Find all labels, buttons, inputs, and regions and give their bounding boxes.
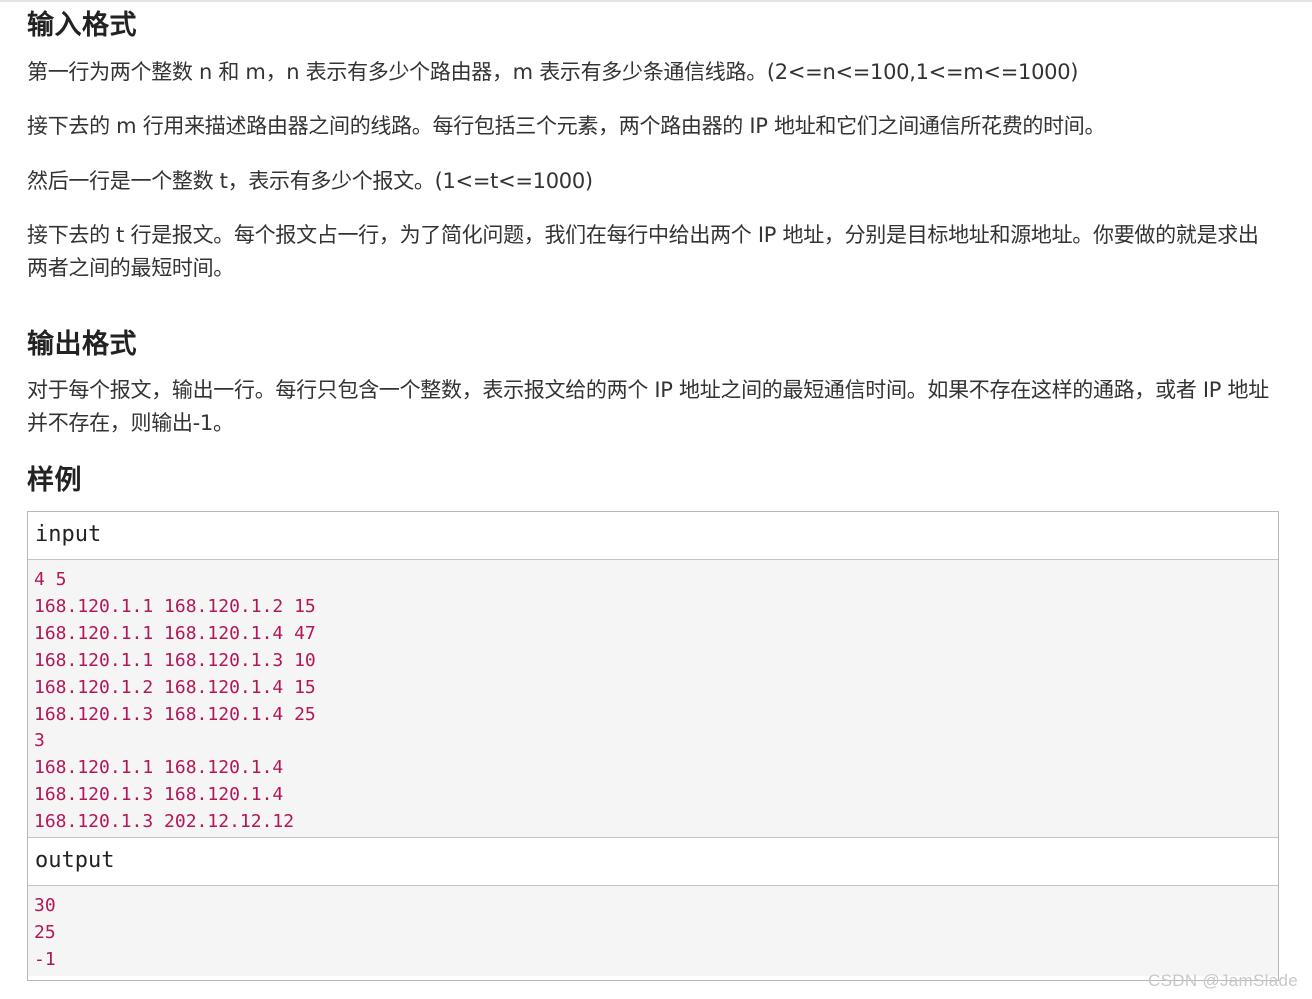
sample-output-line: -1: [34, 948, 56, 970]
sample-output-label: output: [28, 838, 1278, 886]
sample-input-line: 168.120.1.1 168.120.1.2 15: [34, 595, 316, 617]
sample-input-line: 168.120.1.1 168.120.1.4: [34, 757, 284, 779]
sample-input-line: 168.120.1.1 168.120.1.4 47: [34, 622, 316, 644]
sample-input-line: 168.120.1.2 168.120.1.4 15: [34, 676, 316, 698]
sample-input-line: 168.120.1.3 202.12.12.12: [34, 811, 295, 833]
sample-output-code: 30 25 -1: [28, 886, 1278, 976]
input-format-paragraph-1: 第一行为两个整数 n 和 m，n 表示有多少个路由器，m 表示有多少条通信线路。…: [27, 60, 1079, 84]
input-format-paragraph-3: 然后一行是一个整数 t，表示有多少个报文。(1<=t<=1000): [27, 169, 593, 193]
input-format-heading: 输入格式: [27, 10, 137, 41]
sample-output-line: 25: [34, 921, 56, 943]
sample-box: input 4 5 168.120.1.1 168.120.1.2 15 168…: [27, 511, 1279, 981]
sample-input-line: 168.120.1.3 168.120.1.4 25: [34, 703, 316, 725]
input-format-paragraph-2: 接下去的 m 行用来描述路由器之间的线路。每行包括三个元素，两个路由器的 IP …: [27, 114, 1106, 138]
sample-input-line: 4 5: [34, 569, 67, 590]
top-divider: [0, 0, 1312, 2]
sample-input-line: 168.120.1.1 168.120.1.3 10: [34, 649, 316, 671]
sample-input-code: 4 5 168.120.1.1 168.120.1.2 15 168.120.1…: [28, 560, 1278, 838]
csdn-watermark: CSDN @JamSlade: [1148, 971, 1298, 990]
sample-heading: 样例: [27, 465, 82, 496]
sample-input-line: 168.120.1.3 168.120.1.4: [34, 784, 284, 806]
sample-input-label: input: [28, 512, 1278, 560]
input-format-paragraph-4: 接下去的 t 行是报文。每个报文占一行，为了简化问题，我们在每行中给出两个 IP…: [27, 223, 1259, 280]
sample-input-line: 3: [34, 730, 45, 752]
output-format-heading: 输出格式: [27, 329, 137, 360]
output-format-paragraph: 对于每个报文，输出一行。每行只包含一个整数，表示报文给的两个 IP 地址之间的最…: [27, 378, 1269, 435]
sample-output-line: 30: [34, 895, 56, 916]
